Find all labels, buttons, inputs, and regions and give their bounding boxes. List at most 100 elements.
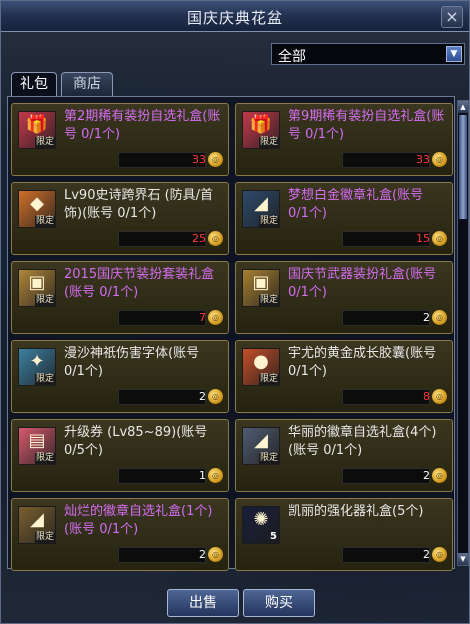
item-icon[interactable]: ▣ 限定	[18, 269, 56, 307]
close-icon: ×	[445, 7, 459, 26]
item-icon[interactable]: ▣ 限定	[242, 269, 280, 307]
coin-icon: ◎	[432, 152, 447, 167]
limited-badge: 限定	[34, 453, 55, 464]
title-bar[interactable]: 国庆庆典花盆 ×	[1, 1, 469, 32]
item-card[interactable]: 🎁 限定 第9期稀有装扮自选礼盒(账号 0/1个) 33 ◎	[235, 103, 453, 176]
coin-icon: ◎	[208, 231, 223, 246]
chevron-down-icon[interactable]: ▼	[446, 46, 462, 62]
limited-badge: 限定	[34, 137, 55, 148]
tab-gift-pack[interactable]: 礼包	[11, 72, 57, 96]
item-price: 33	[192, 153, 206, 166]
item-count-badge: 5	[270, 531, 277, 542]
item-icon[interactable]: ◢ 限定	[18, 506, 56, 544]
item-price: 15	[416, 232, 430, 245]
buy-button[interactable]: 购买	[243, 589, 315, 617]
item-icon[interactable]: ✺ 5	[242, 506, 280, 544]
shop-window: 国庆庆典花盆 × 全部 ▼ 礼包 商店 ▲ ▼ 🎁 限定 第2期稀有装扮自选礼盒(账…	[0, 0, 470, 624]
price-field	[118, 310, 206, 326]
item-icon[interactable]: ◢ 限定	[242, 427, 280, 465]
item-icon-glyph: ◢	[254, 430, 268, 451]
coin-icon: ◎	[208, 468, 223, 483]
limited-badge: 限定	[34, 374, 55, 385]
item-price: 2	[199, 390, 206, 403]
limited-badge: 限定	[34, 295, 55, 306]
category-dropdown-value: 全部	[278, 49, 306, 65]
item-card[interactable]: ◢ 限定 华丽的徽章自选礼盒(4个)(账号 0/1个) 2 ◎	[235, 419, 453, 492]
item-icon-glyph: 🎁	[25, 114, 49, 135]
item-name: 第9期稀有装扮自选礼盒(账号 0/1个)	[288, 109, 445, 142]
window-title: 国庆庆典花盆	[186, 9, 283, 27]
price-field	[342, 547, 430, 563]
item-icon-glyph: ✦	[29, 351, 45, 372]
item-icon[interactable]: ✦ 限定	[18, 348, 56, 386]
item-icon-glyph: 🎁	[249, 114, 273, 135]
coin-icon: ◎	[208, 310, 223, 325]
item-card[interactable]: ● 限定 宇尤的黄金成长胶囊(账号 0/1个) 8 ◎	[235, 340, 453, 413]
limited-badge: 限定	[34, 532, 55, 543]
item-icon[interactable]: ● 限定	[242, 348, 280, 386]
limited-badge: 限定	[258, 137, 279, 148]
item-card[interactable]: 🎁 限定 第2期稀有装扮自选礼盒(账号 0/1个) 33 ◎	[11, 103, 229, 176]
item-icon[interactable]: 🎁 限定	[242, 111, 280, 149]
item-name: 宇尤的黄金成长胶囊(账号 0/1个)	[288, 346, 437, 379]
item-icon[interactable]: ◢ 限定	[242, 190, 280, 228]
item-price: 25	[192, 232, 206, 245]
coin-icon: ◎	[208, 152, 223, 167]
item-name: Lv90史诗跨界石 (防具/首饰)(账号 0/1个)	[64, 188, 214, 221]
item-name: 2015国庆节装扮套装礼盒(账号 0/1个)	[64, 267, 215, 300]
item-card[interactable]: ◆ 限定 Lv90史诗跨界石 (防具/首饰)(账号 0/1个) 25 ◎	[11, 182, 229, 255]
coin-icon: ◎	[208, 389, 223, 404]
item-name: 梦想白金徽章礼盒(账号 0/1个)	[288, 188, 424, 221]
item-price: 2	[423, 469, 430, 482]
scroll-up-button[interactable]: ▲	[458, 101, 468, 113]
item-price: 8	[423, 390, 430, 403]
item-card[interactable]: ◢ 限定 灿烂的徽章自选礼盒(1个)(账号 0/1个) 2 ◎	[11, 498, 229, 571]
coin-icon: ◎	[432, 231, 447, 246]
limited-badge: 限定	[258, 216, 279, 227]
item-name: 升级券 (Lv85~89)(账号 0/5个)	[64, 425, 208, 458]
item-icon-glyph: ◢	[30, 509, 44, 530]
item-icon[interactable]: ▤ 限定	[18, 427, 56, 465]
coin-icon: ◎	[432, 547, 447, 562]
item-name: 漫沙神祇伤害字体(账号 0/1个)	[64, 346, 200, 379]
item-card[interactable]: ▣ 限定 2015国庆节装扮套装礼盒(账号 0/1个) 7 ◎	[11, 261, 229, 334]
item-card[interactable]: ✺ 5 凯丽的强化器礼盒(5个) 2 ◎	[235, 498, 453, 571]
item-icon-glyph: ●	[253, 351, 269, 372]
limited-badge: 限定	[34, 216, 55, 227]
close-button[interactable]: ×	[441, 6, 463, 28]
price-field	[342, 389, 430, 405]
sell-button[interactable]: 出售	[167, 589, 239, 617]
item-card[interactable]: ◢ 限定 梦想白金徽章礼盒(账号 0/1个) 15 ◎	[235, 182, 453, 255]
item-price: 2	[423, 311, 430, 324]
coin-icon: ◎	[432, 389, 447, 404]
item-price: 1	[199, 469, 206, 482]
limited-badge: 限定	[258, 453, 279, 464]
item-name: 第2期稀有装扮自选礼盒(账号 0/1个)	[64, 109, 221, 142]
item-icon-glyph: ✺	[253, 509, 269, 530]
vertical-scrollbar[interactable]: ▲ ▼	[457, 100, 469, 566]
tab-shop[interactable]: 商店	[61, 72, 113, 96]
item-name: 国庆节武器装扮礼盒(账号 0/1个)	[288, 267, 437, 300]
item-icon[interactable]: 🎁 限定	[18, 111, 56, 149]
price-field	[118, 547, 206, 563]
item-card[interactable]: ▣ 限定 国庆节武器装扮礼盒(账号 0/1个) 2 ◎	[235, 261, 453, 334]
limited-badge: 限定	[258, 374, 279, 385]
item-price: 2	[423, 548, 430, 561]
scroll-thumb[interactable]	[459, 115, 467, 219]
price-field	[118, 389, 206, 405]
item-icon-glyph: ▣	[252, 272, 270, 293]
scroll-down-button[interactable]: ▼	[458, 553, 468, 565]
price-field	[342, 310, 430, 326]
item-icon[interactable]: ◆ 限定	[18, 190, 56, 228]
item-name: 凯丽的强化器礼盒(5个)	[288, 504, 424, 519]
item-price: 33	[416, 153, 430, 166]
category-dropdown[interactable]: 全部 ▼	[271, 43, 465, 65]
item-price: 7	[199, 311, 206, 324]
price-field	[118, 468, 206, 484]
item-card[interactable]: ✦ 限定 漫沙神祇伤害字体(账号 0/1个) 2 ◎	[11, 340, 229, 413]
item-icon-glyph: ◢	[254, 193, 268, 214]
price-field	[342, 468, 430, 484]
coin-icon: ◎	[208, 547, 223, 562]
item-card[interactable]: ▤ 限定 升级券 (Lv85~89)(账号 0/5个) 1 ◎	[11, 419, 229, 492]
item-name: 灿烂的徽章自选礼盒(1个)(账号 0/1个)	[64, 504, 213, 537]
